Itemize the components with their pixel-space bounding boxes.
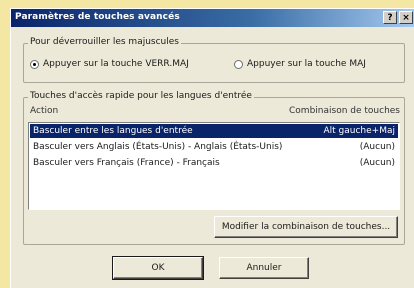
list-item-action: Basculer vers Anglais (États-Unis) - Ang…: [33, 142, 283, 152]
list-item[interactable]: Basculer vers Anglais (États-Unis) - Ang…: [30, 140, 398, 154]
caps-lock-group-label: Pour déverrouiller les majuscules: [28, 37, 181, 47]
list-item-keys: (Aucun): [359, 158, 395, 168]
dialog-title: Paramètres de touches avancés: [15, 12, 180, 22]
radio-button-unchecked[interactable]: [234, 59, 243, 69]
help-icon[interactable]: ?: [383, 11, 397, 24]
cancel-button[interactable]: Annuler: [219, 257, 309, 279]
column-header-action: Action: [30, 106, 59, 116]
radio-button-checked[interactable]: [30, 59, 39, 69]
advanced-key-settings-dialog: Paramètres de touches avancés ? × Pour d…: [10, 8, 414, 288]
list-item-keys: Alt gauche+Maj: [323, 126, 396, 136]
list-item[interactable]: Basculer vers Français (France) - França…: [30, 156, 398, 170]
modify-key-sequence-button[interactable]: Modifier la combinaison de touches...: [214, 216, 398, 238]
list-item-action: Basculer entre les langues d'entrée: [33, 126, 193, 136]
list-item-keys: (Aucun): [359, 142, 395, 152]
radio-shift-key-label: Appuyer sur la touche MAJ: [247, 59, 366, 69]
hotkeys-group: Touches d'accès rapide pour les langues …: [23, 91, 405, 245]
radio-shift-key[interactable]: Appuyer sur la touche MAJ: [234, 59, 366, 69]
ok-button[interactable]: OK: [112, 256, 204, 280]
list-item[interactable]: Basculer entre les langues d'entrée Alt …: [30, 124, 398, 138]
hotkeys-list[interactable]: Basculer entre les langues d'entrée Alt …: [28, 122, 400, 210]
radio-caps-lock-key-label: Appuyer sur la touche VERR.MAJ: [43, 59, 189, 69]
hotkeys-group-label: Touches d'accès rapide pour les langues …: [28, 91, 254, 101]
title-bar[interactable]: Paramètres de touches avancés ? ×: [11, 9, 414, 27]
list-item-action: Basculer vers Français (France) - França…: [33, 158, 220, 168]
close-icon[interactable]: ×: [399, 11, 413, 24]
column-header-combination: Combinaison de touches: [289, 106, 400, 116]
radio-caps-lock-key[interactable]: Appuyer sur la touche VERR.MAJ: [30, 59, 189, 69]
caps-lock-group: Pour déverrouiller les majuscules Appuye…: [23, 37, 405, 83]
title-bar-buttons: ? ×: [383, 11, 413, 24]
